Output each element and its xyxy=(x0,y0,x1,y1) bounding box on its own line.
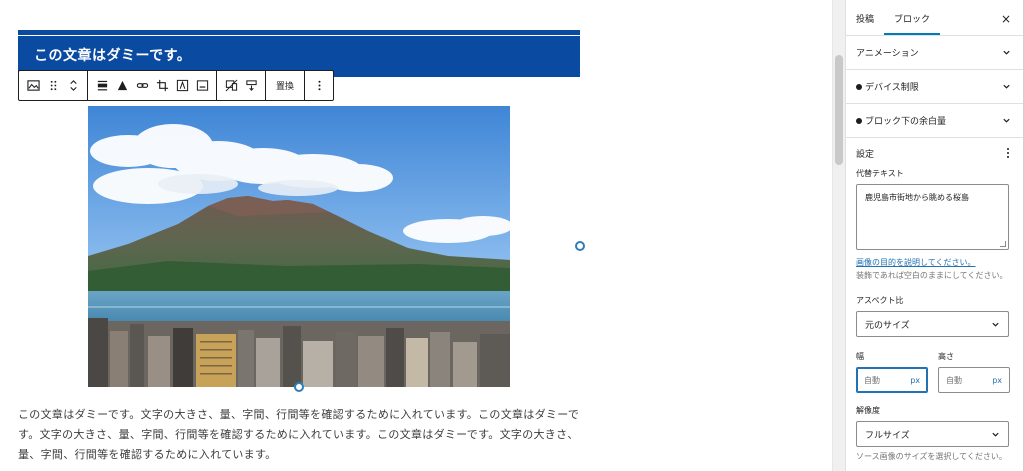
toolbar-group-replace: 置換 xyxy=(266,71,306,100)
panel-device-restriction-label: デバイス制限 xyxy=(865,83,919,93)
move-up-down-icon[interactable] xyxy=(63,74,83,98)
aspect-ratio-value: 元のサイズ xyxy=(865,320,910,331)
alt-text-input[interactable]: 鹿児島市街地から眺める桜島 xyxy=(856,184,1009,250)
chevron-down-icon xyxy=(992,322,999,327)
panel-animation-label: アニメーション xyxy=(856,49,919,59)
dimension-fields: 幅 自動 px 高さ 自動 px xyxy=(856,351,1013,393)
panel-bottom-margin-title: ブロック下の余白量 xyxy=(856,114,946,127)
caption-icon[interactable] xyxy=(192,74,212,98)
scrollbar-thumb[interactable] xyxy=(835,55,843,165)
margin-bottom-icon[interactable] xyxy=(241,74,261,98)
crop-icon[interactable] xyxy=(152,74,172,98)
tab-block[interactable]: ブロック xyxy=(884,12,941,35)
width-column: 幅 自動 px xyxy=(856,351,928,393)
alt-text-label: 代替テキスト xyxy=(856,169,904,178)
plugin-icon xyxy=(856,84,862,90)
text-overlay-icon[interactable] xyxy=(172,74,192,98)
editor-canvas: この文章はダミーです。 置換 この文章はダミーです。文字の大きさ、量、字間、行間… xyxy=(0,0,832,471)
block-toolbar: 置換 xyxy=(18,70,335,101)
height-unit: px xyxy=(992,375,1002,385)
panel-bottom-margin-label: ブロック下の余白量 xyxy=(865,117,947,127)
toolbar-group-format xyxy=(88,71,217,100)
replace-button[interactable]: 置換 xyxy=(270,74,300,98)
resolution-label: 解像度 xyxy=(856,406,880,415)
link-icon[interactable] xyxy=(132,74,152,98)
width-label: 幅 xyxy=(856,352,864,361)
width-value: 自動 xyxy=(864,375,880,385)
more-options-icon[interactable] xyxy=(309,74,329,98)
panel-bottom-margin[interactable]: ブロック下の余白量 xyxy=(846,104,1023,138)
height-label: 高さ xyxy=(938,352,954,361)
align-icon[interactable] xyxy=(92,74,112,98)
alt-help-text: 装飾であれば空白のままにしてください。 xyxy=(856,271,1008,280)
height-column: 高さ 自動 px xyxy=(938,351,1010,393)
aspect-ratio-select[interactable]: 元のサイズ xyxy=(856,311,1009,337)
chevron-down-icon xyxy=(1003,118,1010,123)
panel-device-restriction[interactable]: デバイス制限 xyxy=(846,70,1023,104)
close-icon[interactable]: × xyxy=(1001,12,1011,26)
settings-header: 設定 xyxy=(856,138,1013,168)
panel-device-restriction-title: デバイス制限 xyxy=(856,80,919,93)
plugin-icon xyxy=(856,118,862,124)
drag-handle-icon[interactable] xyxy=(43,74,63,98)
device-visibility-icon[interactable] xyxy=(221,74,241,98)
paragraph-block[interactable]: この文章はダミーです。文字の大きさ、量、字間、行間等を確認するために入れています… xyxy=(18,405,584,465)
settings-sidebar: 投稿 ブロック × アニメーション デバイス制限 ブロック下の余白量 設定 代替… xyxy=(845,0,1023,471)
sidebar-scrollbar[interactable] xyxy=(832,0,845,471)
height-input[interactable]: 自動 px xyxy=(938,367,1010,393)
settings-options-icon[interactable] xyxy=(1003,147,1013,159)
chevron-down-icon xyxy=(1003,84,1010,89)
settings-title: 設定 xyxy=(856,149,875,160)
height-value: 自動 xyxy=(946,375,962,385)
sidebar-tabs: 投稿 ブロック × xyxy=(846,0,1023,36)
resolution-help-text: ソース画像のサイズを選択してください。 xyxy=(856,452,1007,461)
image-resize-handle-bottom[interactable] xyxy=(294,382,304,392)
duotone-icon[interactable] xyxy=(112,74,132,98)
heading-text[interactable]: この文章はダミーです。 xyxy=(34,45,191,65)
toolbar-group-extra xyxy=(217,71,266,100)
chevron-down-icon xyxy=(992,432,999,437)
toolbar-group-block xyxy=(19,71,88,100)
toolbar-group-more xyxy=(305,71,333,100)
sakurajima-photo xyxy=(88,106,510,387)
settings-panel: 設定 代替テキスト 鹿児島市街地から眺める桜島 画像の目的を説明してください。 … xyxy=(846,138,1023,462)
panel-animation[interactable]: アニメーション xyxy=(846,36,1023,70)
chevron-down-icon xyxy=(1003,50,1010,55)
image-block[interactable] xyxy=(88,106,510,387)
alt-help-link[interactable]: 画像の目的を説明してください。 xyxy=(856,257,1013,268)
resolution-select[interactable]: フルサイズ xyxy=(856,421,1009,447)
width-input[interactable]: 自動 px xyxy=(856,367,928,393)
aspect-ratio-label: アスペクト比 xyxy=(856,296,904,305)
tab-post[interactable]: 投稿 xyxy=(846,12,884,35)
resolution-value: フルサイズ xyxy=(865,430,910,441)
image-block-icon[interactable] xyxy=(23,74,43,98)
image-resize-handle-right[interactable] xyxy=(575,241,585,251)
width-unit: px xyxy=(910,375,920,385)
